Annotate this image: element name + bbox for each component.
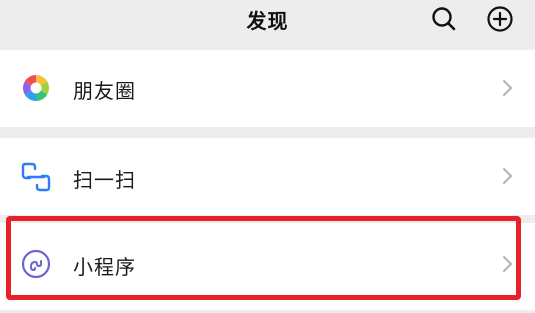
search-icon [432,7,456,31]
chevron-right-icon [500,254,514,274]
menu-item-label: 扫一扫 [73,168,136,192]
chevron-right-icon [500,166,514,186]
menu-item-moments[interactable]: 朋友圈 [0,50,535,127]
moments-icon [20,72,52,104]
plus-circle-icon [487,6,513,32]
mini-program-icon [20,248,52,280]
menu-section-mini-program: 小程序 [0,223,535,310]
menu-item-label: 朋友圈 [73,79,136,103]
menu-item-scan[interactable]: 扫一扫 [0,138,535,215]
chevron-right-icon [500,78,514,98]
add-button[interactable] [486,5,514,33]
top-bar: 发现 [0,0,535,42]
menu-item-label: 小程序 [73,255,136,279]
menu-section-moments: 朋友圈 [0,50,535,127]
menu-item-mini-program[interactable]: 小程序 [0,223,535,310]
menu-section-scan: 扫一扫 [0,138,535,215]
search-button[interactable] [430,5,458,33]
scan-icon [20,161,52,193]
